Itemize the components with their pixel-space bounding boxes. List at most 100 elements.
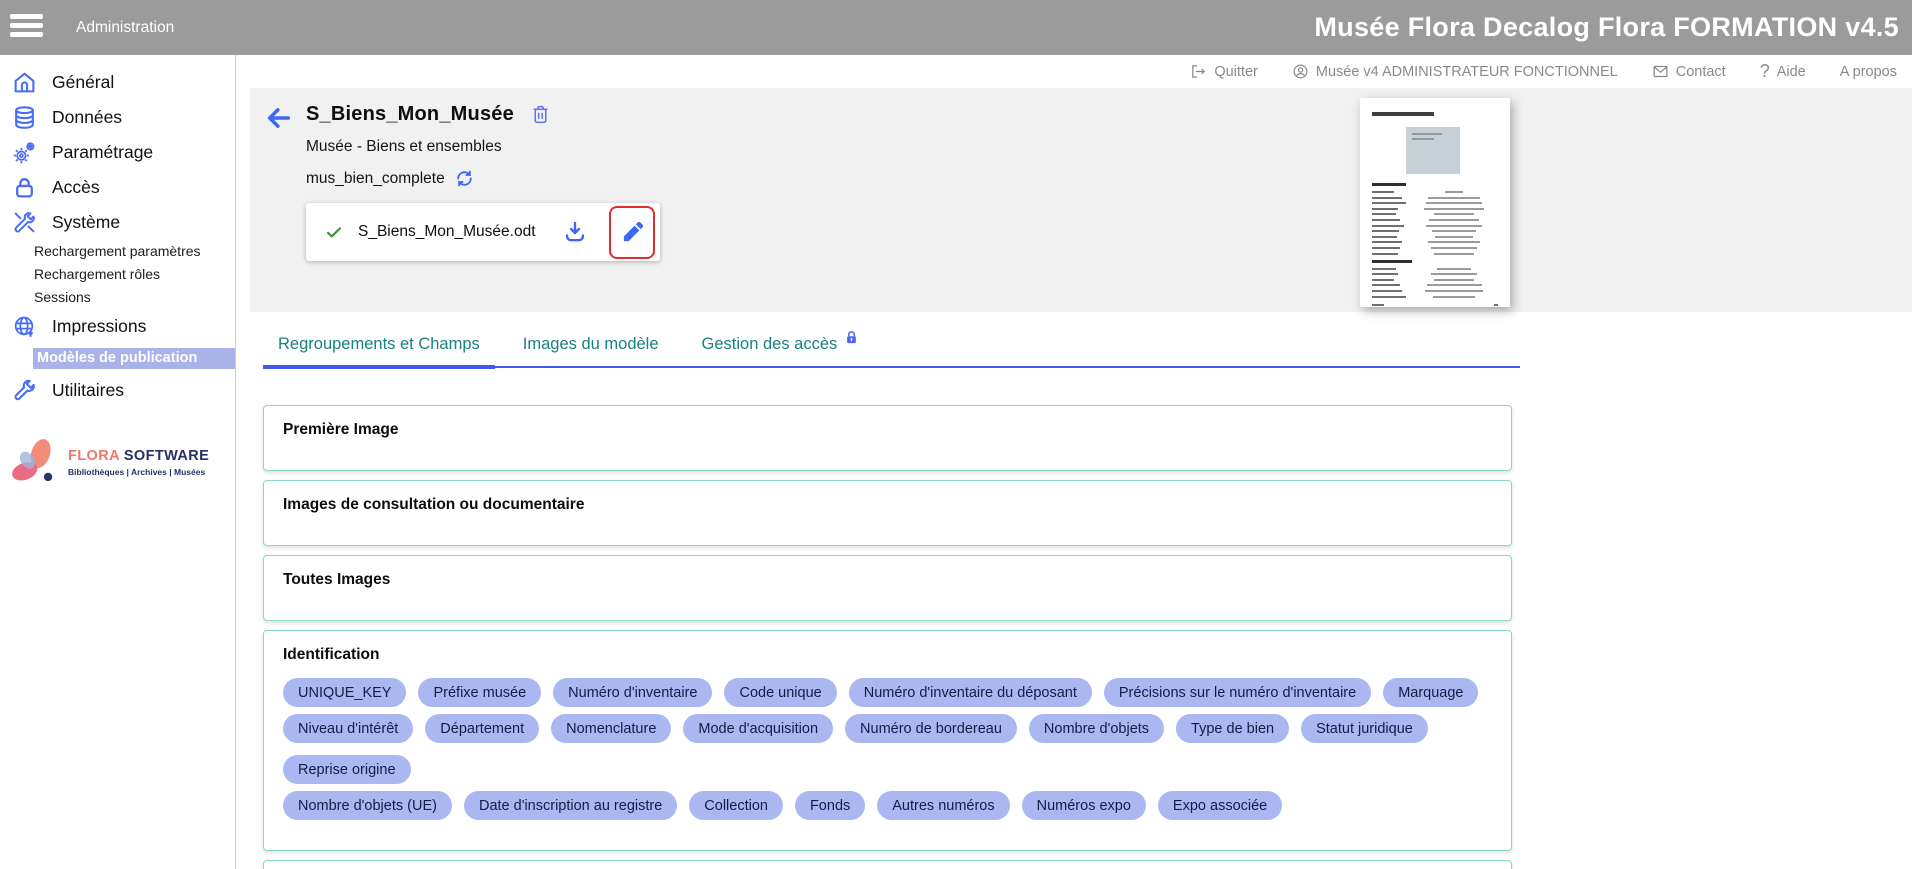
back-button[interactable] [264,104,294,132]
flora-flower-icon [6,434,64,490]
file-name: S_Biens_Mon_Musée.odt [358,223,536,241]
field-chip-fonds[interactable]: Fonds [795,791,865,820]
record-code: mus_bien_complete [306,170,445,188]
record-title: S_Biens_Mon_Musée [306,103,514,126]
flora-software-logo: FLORA SOFTWARE Bibliothèques | Archives … [0,434,235,490]
sidebar-item-label: Paramétrage [52,142,153,163]
about-label: A propos [1840,64,1897,80]
wrench-icon [12,378,37,403]
section-toutes-images: Toutes Images [263,555,1512,621]
section-images-de-consultation-ou-documentaire: Images de consultation ou documentaire [263,480,1512,546]
field-chip-numero-d-inventaire[interactable]: Numéro d'inventaire [553,678,712,707]
user-label: Musée v4 ADMINISTRATEUR FONCTIONNEL [1316,64,1618,80]
app-title: Musée Flora Decalog Flora FORMATION v4.5 [1314,0,1899,55]
window-label: Administration [76,0,174,55]
field-chip-collection[interactable]: Collection [689,791,783,820]
sidebar: Général Données Paramétrage Accès Système Rec… [0,55,236,869]
tab-gestion-des-acces[interactable]: Gestion des accès [687,331,875,366]
field-chip-mode-d-acquisition[interactable]: Mode d'acquisition [683,714,833,743]
sidebar-item-systeme[interactable]: Système [0,205,235,240]
quit-icon [1190,63,1207,80]
field-chip-precisions-sur-le-numero-d-inventaire[interactable]: Précisions sur le numéro d'inventaire [1104,678,1371,707]
sections-list: Première Image Images de consultation ou … [263,405,1512,869]
tab-label: Images du modèle [523,335,659,353]
field-chip-numero-d-inventaire-du-deposant[interactable]: Numéro d'inventaire du déposant [849,678,1092,707]
tab-label: Gestion des accès [702,335,838,353]
file-card: S_Biens_Mon_Musée.odt [306,203,660,261]
sidebar-item-label: Accès [52,177,100,198]
edit-highlight-annotation [609,206,655,259]
help-link[interactable]: ? Aide [1760,61,1806,82]
field-chip-nomenclature[interactable]: Nomenclature [551,714,671,743]
field-chip-prefixe-musee[interactable]: Préfixe musée [418,678,541,707]
logo-text: FLORA SOFTWARE Bibliothèques | Archives … [68,448,209,477]
record-subtitle: Musée - Biens et ensembles [306,138,660,156]
quit-link[interactable]: Quitter [1190,63,1258,80]
contact-link[interactable]: Contact [1652,63,1726,80]
sidebar-item-general[interactable]: Général [0,65,235,100]
home-icon [12,70,37,95]
sidebar-subitem-modeles-de-publication[interactable]: Modèles de publication [33,348,235,369]
tab-label: Regroupements et Champs [278,335,480,353]
logo-brand-primary: FLORA [68,448,119,464]
field-chip-numero-de-bordereau[interactable]: Numéro de bordereau [845,714,1017,743]
field-chip-date-d-inscription-au-registre[interactable]: Date d'inscription au registre [464,791,677,820]
about-link[interactable]: A propos [1840,64,1897,80]
sidebar-item-label: Impressions [52,316,146,337]
field-chip-numeros-expo[interactable]: Numéros expo [1022,791,1146,820]
section-premiere-image: Première Image [263,405,1512,471]
refresh-button[interactable] [455,169,474,188]
sidebar-item-label: Système [52,212,120,233]
field-chip-marquage[interactable]: Marquage [1383,678,1478,707]
question-icon: ? [1760,61,1770,82]
sidebar-item-acces[interactable]: Accès [0,170,235,205]
padlock-icon [12,175,37,200]
sidebar-item-label: Général [52,72,114,93]
user-menu[interactable]: Musée v4 ADMINISTRATEUR FONCTIONNEL [1292,63,1618,80]
sidebar-item-label: Données [52,107,122,128]
mail-icon [1652,63,1669,80]
sidebar-subitem-sessions[interactable]: Sessions [0,286,235,309]
logo-brand-secondary: SOFTWARE [124,448,209,464]
lock-icon [844,329,859,346]
download-button[interactable] [563,220,587,244]
field-chip-autres-numeros[interactable]: Autres numéros [877,791,1009,820]
gears-icon [12,140,37,165]
field-chip-type-de-bien[interactable]: Type de bien [1176,714,1289,743]
sidebar-subitem-rechargement-roles[interactable]: Rechargement rôles [0,263,235,286]
field-chip-expo-associee[interactable]: Expo associée [1158,791,1282,820]
field-chip-reprise-origine[interactable]: Reprise origine [283,755,411,784]
field-chip-statut-juridique[interactable]: Statut juridique [1301,714,1428,743]
sidebar-item-donnees[interactable]: Données [0,100,235,135]
section-designation: Désignation [263,860,1512,869]
section-title: Images de consultation ou documentaire [283,496,1492,514]
sidebar-item-utilitaires[interactable]: Utilitaires [0,373,235,408]
tools-icon [12,210,37,235]
field-chip-code-unique[interactable]: Code unique [724,678,836,707]
delete-button[interactable] [530,104,551,125]
section-title: Toutes Images [283,571,1492,589]
template-preview-thumbnail[interactable] [1360,98,1510,307]
contact-label: Contact [1676,64,1726,80]
hamburger-menu-icon[interactable] [10,14,43,41]
sidebar-subitem-rechargement-parametres[interactable]: Rechargement paramètres [0,240,235,263]
help-label: Aide [1777,64,1806,80]
field-chip-niveau-d-interet[interactable]: Niveau d'intérêt [283,714,413,743]
record-header-panel: S_Biens_Mon_Musée Musée - Biens et ensem… [250,88,1912,312]
field-chip-unique-key[interactable]: UNIQUE_KEY [283,678,406,707]
field-chip-nombre-d-objets-ue[interactable]: Nombre d'objets (UE) [283,791,452,820]
section-identification: Identification UNIQUE_KEY Préfixe musée Num… [263,630,1512,851]
user-icon [1292,63,1309,80]
sidebar-item-parametrage[interactable]: Paramétrage [0,135,235,170]
app-header: Administration Musée Flora Decalog Flora… [0,0,1912,55]
sidebar-item-impressions[interactable]: Impressions [0,309,235,344]
tab-bar: Regroupements et Champs Images du modèle G… [263,331,1520,368]
tab-regroupements-et-champs[interactable]: Regroupements et Champs [263,331,495,366]
edit-button[interactable] [621,221,644,244]
field-chip-nombre-d-objets[interactable]: Nombre d'objets [1029,714,1164,743]
app-root: Administration Musée Flora Decalog Flora… [0,0,1912,869]
tab-images-du-modele[interactable]: Images du modèle [508,331,674,366]
section-title: Première Image [283,421,1492,439]
section-title: Identification [283,646,1492,664]
field-chip-departement[interactable]: Département [425,714,539,743]
